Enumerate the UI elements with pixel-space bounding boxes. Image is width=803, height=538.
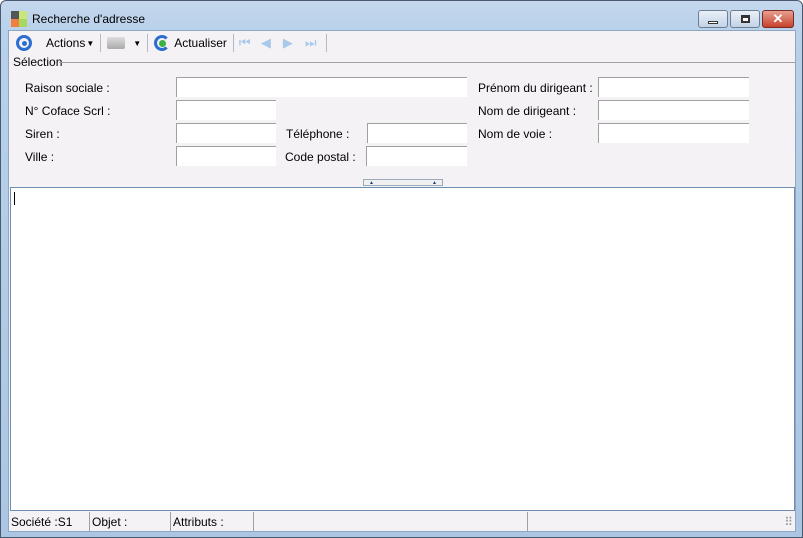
first-record-icon[interactable]: ⏮ — [239, 35, 255, 51]
telephone-input[interactable] — [367, 123, 467, 143]
resize-grip-icon[interactable]: ⠿ — [528, 512, 795, 531]
panel-splitter[interactable]: ▲ ▲ — [363, 179, 443, 186]
minimize-button[interactable] — [698, 10, 728, 28]
telephone-label: Téléphone : — [286, 127, 350, 141]
nom-input[interactable] — [598, 100, 749, 120]
close-icon: ✕ — [772, 11, 784, 26]
selection-divider — [59, 62, 795, 63]
raison-sociale-input[interactable] — [176, 77, 467, 97]
client-area: Actions ▼ ▼ Actualiser ⏮ ◀ ▶ ⏭ Sélection … — [8, 30, 796, 532]
maximize-icon — [740, 15, 750, 23]
siren-label: Siren : — [25, 127, 60, 141]
printer-icon — [107, 37, 126, 49]
coface-label: N° Coface Scrl : — [25, 104, 111, 118]
dropdown-arrow-icon: ▼ — [86, 38, 95, 48]
separator — [232, 34, 234, 52]
actions-menu[interactable]: Actions ▼ — [42, 32, 98, 54]
siren-input[interactable] — [176, 123, 276, 143]
next-record-icon[interactable]: ▶ — [283, 35, 299, 51]
refresh-button[interactable]: Actualiser — [150, 32, 231, 54]
separator — [325, 34, 327, 52]
status-bar: Société :S1 Objet : Attributs : ⠿ — [9, 512, 795, 532]
previous-record-icon[interactable]: ◀ — [261, 35, 277, 51]
code-postal-label: Code postal : — [285, 150, 356, 164]
separator — [100, 34, 102, 52]
raison-sociale-label: Raison sociale : — [25, 81, 110, 95]
window: Recherche d'adresse ✕ Actions ▼ ▼ Actuali… — [0, 0, 803, 538]
title-bar: Recherche d'adresse — [11, 10, 145, 28]
ville-input[interactable] — [176, 146, 276, 166]
refresh-label: Actualiser — [174, 36, 227, 50]
dropdown-arrow-icon: ▼ — [133, 38, 142, 48]
coface-input[interactable] — [176, 100, 276, 120]
print-button[interactable]: ▼ — [103, 32, 145, 54]
actions-label: Actions — [46, 36, 86, 50]
refresh-icon — [154, 35, 171, 51]
separator — [147, 34, 149, 52]
status-attributs: Attributs : — [171, 512, 254, 531]
voie-input[interactable] — [598, 123, 749, 143]
maximize-button[interactable] — [730, 10, 760, 28]
text-cursor — [14, 192, 15, 205]
close-button[interactable]: ✕ — [762, 10, 794, 28]
last-record-icon[interactable]: ⏭ — [305, 35, 321, 51]
ville-label: Ville : — [25, 150, 55, 164]
results-grid[interactable] — [10, 187, 795, 511]
nom-label: Nom de dirigeant : — [478, 104, 577, 118]
selection-group-title: Sélection — [13, 55, 63, 69]
code-postal-input[interactable] — [366, 146, 467, 166]
target-button[interactable] — [12, 32, 36, 54]
prenom-label: Prénom du dirigeant : — [478, 81, 593, 95]
voie-label: Nom de voie : — [478, 127, 553, 141]
status-objet: Objet : — [90, 512, 171, 531]
target-icon — [16, 35, 32, 51]
collapse-up-icon[interactable]: ▲ — [369, 180, 374, 186]
status-societe: Société :S1 — [9, 512, 90, 531]
app-icon — [11, 10, 27, 28]
prenom-input[interactable] — [598, 77, 749, 97]
collapse-up-icon[interactable]: ▲ — [432, 180, 437, 186]
minimize-icon — [708, 20, 718, 24]
status-panel — [254, 512, 528, 531]
window-title: Recherche d'adresse — [32, 12, 146, 26]
toolbar: Actions ▼ ▼ Actualiser ⏮ ◀ ▶ ⏭ — [9, 31, 795, 55]
